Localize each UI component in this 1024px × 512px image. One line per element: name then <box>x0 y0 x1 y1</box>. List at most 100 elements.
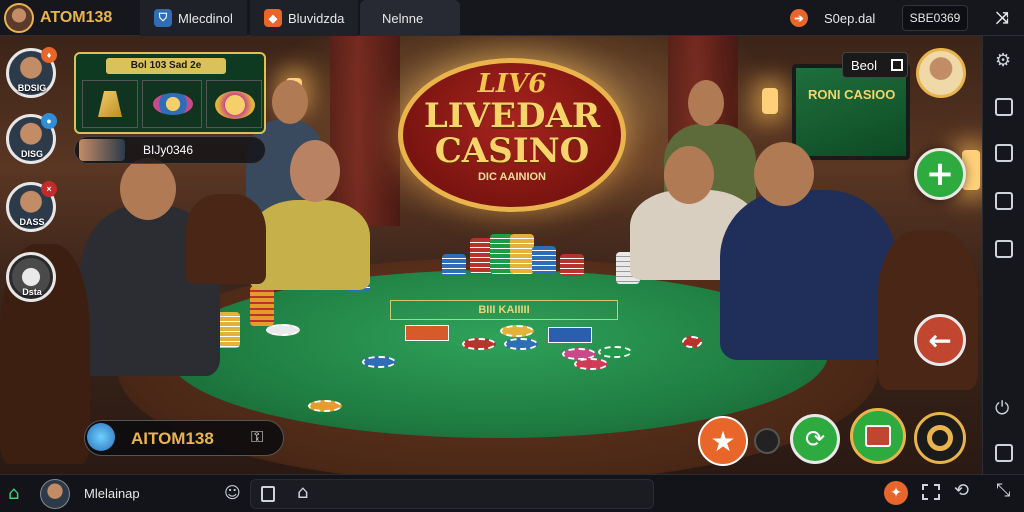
balance-label: S0ep.dal <box>824 10 876 26</box>
user-avatar <box>4 3 34 33</box>
square-icon[interactable] <box>995 192 1013 210</box>
chip <box>574 358 608 370</box>
player-name: Dsta <box>22 287 42 297</box>
logo-line2: LIVEDAR <box>423 96 601 136</box>
square-icon[interactable] <box>995 240 1013 258</box>
smile-icon[interactable]: ☺ <box>224 483 241 502</box>
tab-label: Nelnne <box>382 10 424 26</box>
player-name: DASS <box>19 217 45 227</box>
refresh-button[interactable]: ⟳ <box>790 414 840 464</box>
chips-icon <box>153 93 193 115</box>
dealer-avatar[interactable] <box>916 48 966 98</box>
tab-mlecdinol[interactable]: ⛉ Mlecdinol <box>140 0 247 36</box>
badge-icon: × <box>41 181 57 197</box>
message-input[interactable]: ⌂ <box>250 479 654 509</box>
player-head <box>754 142 814 206</box>
player-avatar[interactable]: Dsta <box>6 252 56 302</box>
chip-option[interactable] <box>82 80 138 128</box>
ring-icon <box>927 425 953 451</box>
player-woman <box>250 200 370 290</box>
dark-button[interactable] <box>754 428 780 454</box>
tab-bluvidzda[interactable]: ◆ Bluvidzda <box>250 0 359 36</box>
user-avatar-small[interactable] <box>40 479 70 509</box>
layout-icon[interactable] <box>922 484 940 500</box>
chip-stack <box>250 286 274 326</box>
frame-icon <box>891 59 903 71</box>
tag-icon: ◆ <box>264 9 282 27</box>
brand-overlay-label: AITOM138 <box>131 429 214 448</box>
felt-label: BIII KAIIIII <box>390 300 618 320</box>
key-icon: ⚿ <box>251 427 264 446</box>
chip-option[interactable] <box>206 80 262 128</box>
card <box>405 325 449 341</box>
player-avatar[interactable]: ● DISG <box>6 113 57 164</box>
brand-area[interactable]: ATOM138 <box>4 0 112 36</box>
top-bar: ATOM138 ⛉ Mlecdinol ◆ Bluvidzda Nelnne ➔… <box>0 0 1024 36</box>
player-right-navy <box>720 190 896 360</box>
back-button[interactable]: ← <box>914 314 966 366</box>
power-icon[interactable]: ⏻ <box>995 398 1009 419</box>
logo-line3: CASINO <box>434 131 590 171</box>
brand-label: ATOM138 <box>40 9 113 26</box>
chip <box>500 325 534 337</box>
sync-icon[interactable]: ⟲ <box>954 480 969 501</box>
balance-value-box: SBE0369 <box>902 5 968 31</box>
logo-line4: DIC AAINION <box>477 171 547 183</box>
chips-panel[interactable]: Bol 103 Sad 2e <box>74 52 266 134</box>
chip-stack <box>560 254 584 276</box>
player-card[interactable]: BIJy0346 <box>74 136 266 164</box>
logo-line1: LIV6 <box>477 69 547 99</box>
gear-icon[interactable]: ⚙ <box>995 50 1011 71</box>
player-head <box>120 158 176 220</box>
chair <box>186 194 266 284</box>
favorite-button[interactable]: ★ <box>698 416 748 466</box>
box-icon <box>865 425 891 447</box>
top-right-badge[interactable]: Beol <box>842 52 908 78</box>
clipboard-icon[interactable] <box>261 486 275 502</box>
chip <box>462 338 496 350</box>
chip <box>362 356 396 368</box>
brand-overlay[interactable]: AITOM138 ⚿ <box>84 420 284 456</box>
window-icon[interactable] <box>995 144 1013 162</box>
chip-option[interactable] <box>142 80 202 128</box>
bottom-username: Mlelainap <box>84 486 140 501</box>
copy-icon[interactable] <box>995 98 1013 116</box>
tab-label: Bluvidzda <box>288 10 345 26</box>
house-icon[interactable]: ⌂ <box>297 482 308 503</box>
chips-panel-title: Bol 103 Sad 2e <box>106 58 226 74</box>
live-casino-logo: LIV6 LIVEDAR CASINO DIC AAINION <box>398 58 626 212</box>
close-icon[interactable]: ⤨ <box>996 8 1009 28</box>
right-sidebar: ⚙ ⏻ <box>982 36 1024 474</box>
orange-action-icon[interactable]: ✦ <box>884 481 908 505</box>
curtain-left <box>330 36 400 226</box>
history-button[interactable] <box>850 408 906 464</box>
wall-lamp <box>762 88 778 114</box>
player-name: BDSIG <box>17 83 47 93</box>
settings-button[interactable] <box>914 412 966 464</box>
square-icon[interactable] <box>995 444 1013 462</box>
tv-text: RONI CASIOO <box>808 87 896 102</box>
globe-icon <box>87 423 115 451</box>
gold-bars-icon <box>98 91 122 117</box>
home-icon[interactable]: ⌂ <box>8 483 19 504</box>
dealer-head <box>272 80 308 124</box>
chip <box>504 338 538 350</box>
top-right-badge-label: Beol <box>851 58 878 73</box>
tab-nelnne[interactable]: Nelnne <box>360 0 460 36</box>
plus-icon: + <box>925 154 955 194</box>
add-button[interactable]: + <box>914 148 966 200</box>
bottom-bar: ⌂ Mlelainap ☺ ⌂ ✦ ⟲ ⤡ <box>0 474 1024 512</box>
player-avatar[interactable]: ♦ BDSIG <box>6 47 57 98</box>
star-icon: ★ <box>710 424 736 458</box>
player-card-label: BIJy0346 <box>143 143 194 157</box>
expand-icon[interactable]: ⤡ <box>996 480 1010 501</box>
chip-stack <box>442 254 466 276</box>
arrow-left-icon: ← <box>928 323 952 357</box>
chip <box>308 400 342 412</box>
player-head <box>664 146 714 204</box>
balance-area[interactable]: ➔ S0ep.dal <box>790 0 875 36</box>
card <box>548 327 592 343</box>
player-head <box>688 80 724 126</box>
player-avatar[interactable]: × DASS <box>6 181 57 232</box>
tab-label: Mlecdinol <box>178 10 233 26</box>
